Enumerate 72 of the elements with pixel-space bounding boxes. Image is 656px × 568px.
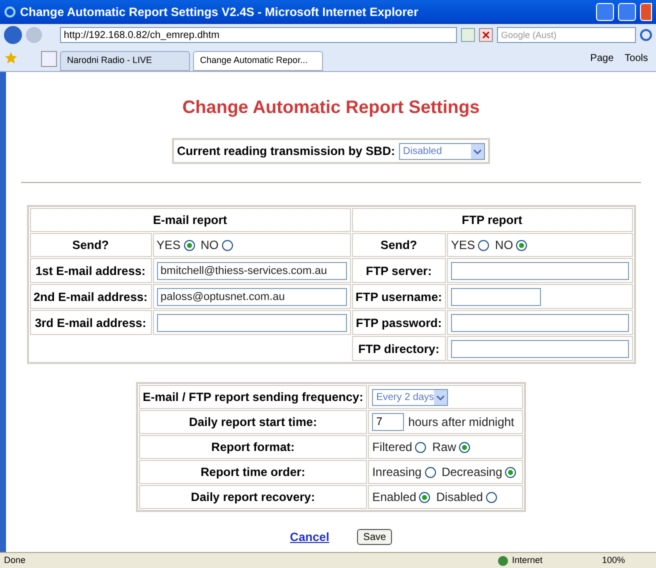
browser-tab[interactable]: Narodni Radio - LIVE — [60, 51, 190, 71]
radio-button[interactable] — [505, 466, 516, 478]
field-label: 1st E-mail address: — [36, 264, 146, 278]
search-icon[interactable] — [640, 29, 652, 41]
radio-button[interactable] — [459, 442, 470, 452]
option-label: Inreasing — [372, 464, 422, 481]
zoom-label[interactable]: 100% — [602, 554, 652, 568]
browser-icon — [4, 6, 16, 18]
input-field[interactable] — [156, 314, 347, 332]
radio-button[interactable] — [516, 240, 528, 250]
input-field[interactable] — [451, 340, 628, 358]
field-label: FTP directory: — [358, 342, 440, 356]
option-label: Filtered — [372, 439, 412, 456]
radio-button[interactable] — [478, 240, 490, 250]
dropdown-caret-icon[interactable] — [434, 390, 448, 404]
radio-button[interactable] — [222, 240, 233, 250]
cancel-link[interactable]: Cancel — [290, 528, 330, 546]
field-label: FTP username: — [356, 290, 442, 304]
radio-button[interactable] — [486, 492, 497, 502]
input-field[interactable]: paloss@optusnet.com.au — [156, 288, 347, 306]
close-button[interactable] — [640, 3, 652, 21]
field-label: Send? — [72, 238, 109, 252]
minimize-button[interactable] — [596, 3, 614, 21]
frequency-select[interactable]: Every 2 days — [372, 388, 448, 406]
sbd-select[interactable]: Disabled — [399, 142, 486, 160]
star-icon[interactable] — [4, 51, 18, 65]
radio-button[interactable] — [424, 466, 436, 478]
dropdown-caret-icon[interactable] — [471, 144, 484, 158]
field-label: FTP server: — [366, 264, 432, 278]
field-label: FTP password: — [356, 316, 442, 330]
quick-tabs-icon[interactable] — [41, 51, 57, 67]
field-label: Current reading transmission by SBD: — [176, 143, 396, 160]
option-label: NO — [495, 237, 514, 254]
field-label: Daily report start time: — [188, 415, 317, 429]
search-field[interactable]: Google (Aust) — [496, 27, 636, 43]
stop-icon[interactable] — [479, 28, 493, 42]
status-text: Done — [4, 554, 27, 567]
section-heading: FTP report — [462, 213, 522, 227]
unit-label: hours after midnight — [408, 414, 514, 431]
globe-icon — [498, 556, 508, 566]
radio-button[interactable] — [184, 240, 195, 250]
input-field[interactable]: bmitchell@thiess-services.com.au — [156, 262, 347, 280]
option-label: NO — [200, 237, 219, 254]
toolbar-button[interactable]: Tools — [620, 51, 652, 66]
radio-button[interactable] — [415, 442, 426, 452]
field-label: 2nd E-mail address: — [34, 290, 148, 304]
browser-tab[interactable]: Change Automatic Repor... — [193, 51, 323, 71]
field-label: Report format: — [211, 440, 295, 454]
section-heading: E-mail report — [153, 213, 228, 227]
address-field[interactable]: http://192.168.0.82/ch_emrep.dhtm — [60, 27, 458, 43]
option-label: Decreasing — [442, 464, 502, 481]
save-button[interactable]: Save — [357, 529, 392, 545]
option-label: Disabled — [436, 489, 483, 506]
field-label: E-mail / FTP report sending frequency: — [142, 390, 364, 404]
field-label: Send? — [380, 238, 418, 252]
input-field[interactable] — [451, 262, 628, 280]
input-field[interactable] — [451, 314, 628, 332]
field-label: Report time order: — [200, 465, 306, 479]
radio-button[interactable] — [419, 492, 430, 502]
field-label: 3rd E-mail address: — [34, 316, 146, 330]
input-field[interactable]: 7 — [372, 413, 404, 431]
page-heading: Change Automatic Report Settings — [182, 96, 480, 119]
option-label: YES — [156, 237, 181, 254]
input-field[interactable] — [451, 288, 542, 306]
option-label: Enabled — [372, 489, 416, 506]
toolbar-button[interactable]: Page — [586, 51, 618, 66]
maximize-button[interactable] — [618, 3, 636, 21]
zone-label: Internet — [512, 554, 544, 567]
field-label: Daily report recovery: — [190, 490, 315, 504]
window-title: Change Automatic Report Settings V2.4S - Microsoft Internet Explorer — [20, 4, 420, 21]
option-label: Raw — [432, 439, 456, 456]
option-label: YES — [451, 237, 476, 254]
